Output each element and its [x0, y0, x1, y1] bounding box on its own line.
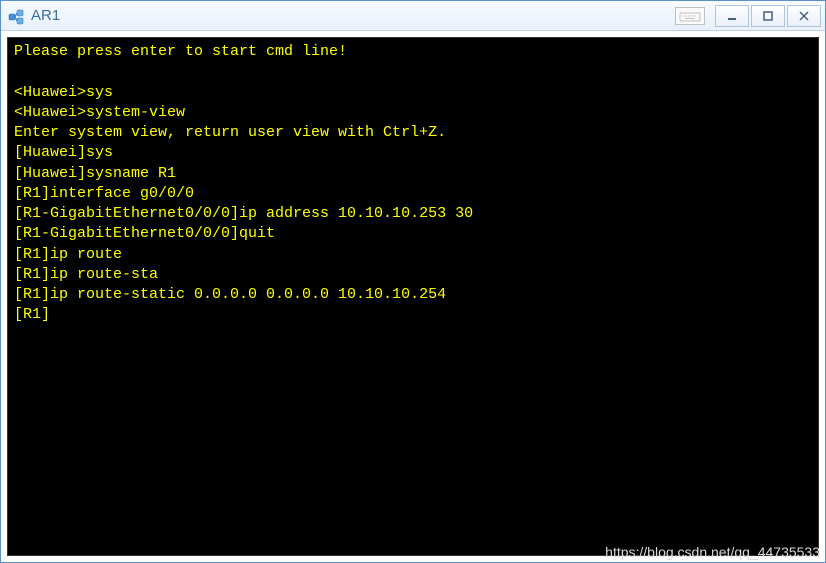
app-icon [7, 7, 25, 25]
terminal[interactable]: Please press enter to start cmd line! <H… [7, 37, 819, 556]
terminal-line: [R1]interface g0/0/0 [14, 184, 812, 204]
keyboard-indicator-icon [675, 7, 705, 25]
terminal-line: Please press enter to start cmd line! [14, 42, 812, 62]
terminal-line: [R1]ip route-static 0.0.0.0 0.0.0.0 10.1… [14, 285, 812, 305]
close-button[interactable] [787, 5, 821, 27]
maximize-button[interactable] [751, 5, 785, 27]
window-title: AR1 [31, 7, 675, 24]
app-window: AR1 Please press enter t [0, 0, 826, 563]
terminal-line: [R1]ip route-sta [14, 265, 812, 285]
terminal-container: Please press enter to start cmd line! <H… [1, 31, 825, 562]
terminal-line [14, 62, 812, 82]
window-controls [713, 5, 821, 27]
minimize-button[interactable] [715, 5, 749, 27]
terminal-line: Enter system view, return user view with… [14, 123, 812, 143]
terminal-line: [R1-GigabitEthernet0/0/0]ip address 10.1… [14, 204, 812, 224]
terminal-line: [R1] [14, 305, 812, 325]
terminal-line: [R1]ip route [14, 245, 812, 265]
terminal-line: <Huawei>system-view [14, 103, 812, 123]
terminal-line: [Huawei]sys [14, 143, 812, 163]
terminal-line: [R1-GigabitEthernet0/0/0]quit [14, 224, 812, 244]
terminal-line: [Huawei]sysname R1 [14, 164, 812, 184]
titlebar[interactable]: AR1 [1, 1, 825, 31]
terminal-line: <Huawei>sys [14, 83, 812, 103]
